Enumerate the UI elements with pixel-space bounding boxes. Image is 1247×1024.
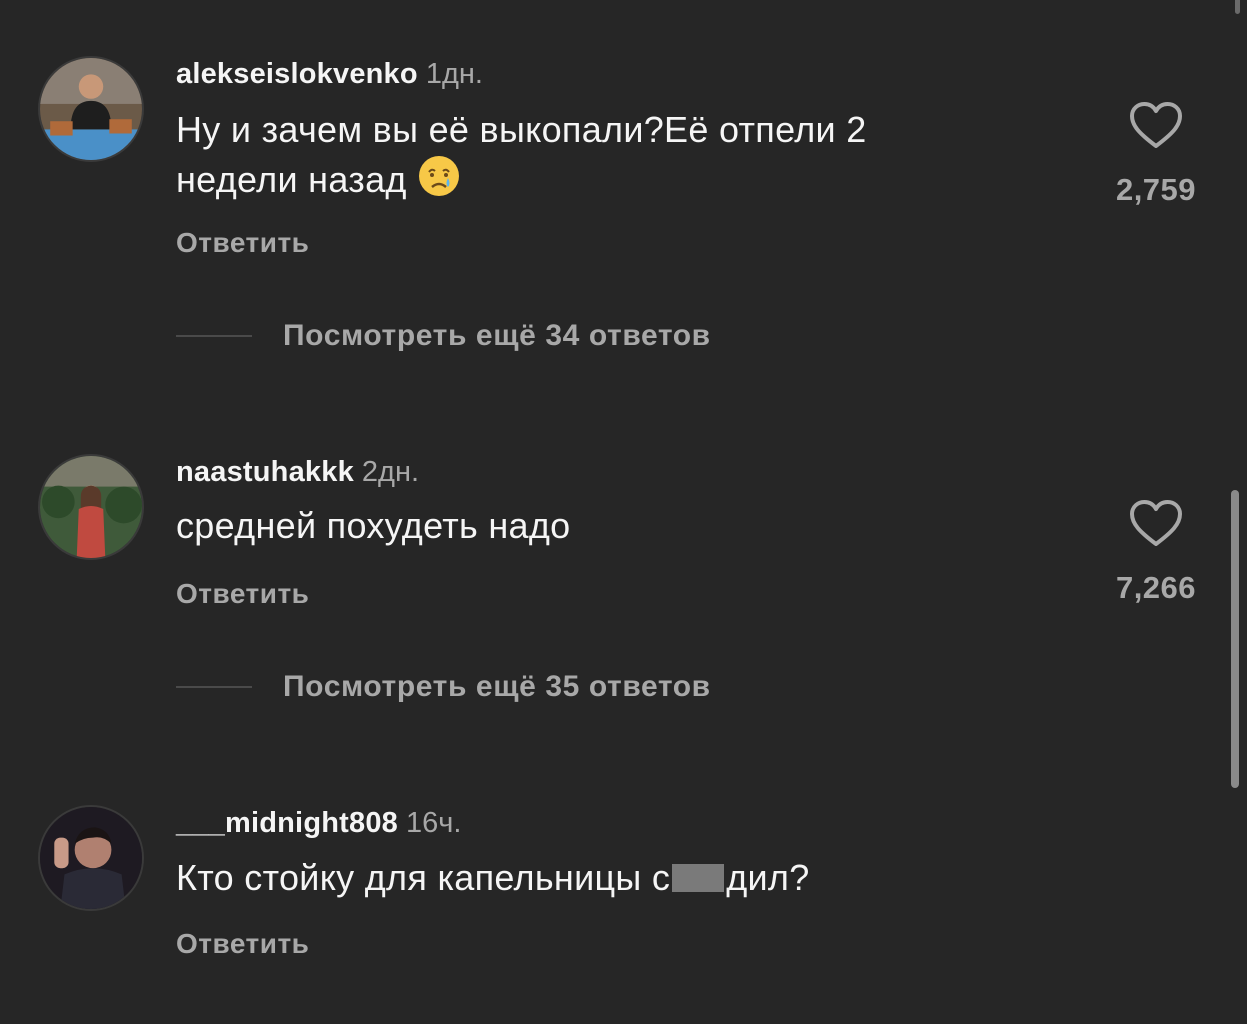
comment-text-fragment: дил? bbox=[726, 857, 810, 898]
scrollbar-top-edge bbox=[1235, 0, 1240, 14]
reply-button[interactable]: Ответить bbox=[176, 577, 309, 611]
comment-text-fragment: Кто стойку для капельницы с bbox=[176, 857, 671, 898]
avatar-image bbox=[40, 58, 142, 160]
username[interactable]: naastuhakkk bbox=[176, 456, 354, 488]
comments-panel: alekseislokvenko 1дн. Ну и зачем вы её вы… bbox=[0, 0, 1247, 1024]
divider-line bbox=[176, 686, 252, 688]
crying-face-emoji-icon bbox=[418, 156, 459, 196]
view-more-replies-label: Посмотреть ещё 34 ответов bbox=[283, 319, 711, 352]
divider-line bbox=[176, 335, 252, 337]
comment-text-line: недели назад bbox=[176, 154, 1076, 204]
reply-button[interactable]: Ответить bbox=[176, 226, 309, 260]
comment-meta: naastuhakkk 2дн. bbox=[176, 454, 419, 490]
heart-outline-icon[interactable] bbox=[1128, 498, 1184, 548]
comment-meta: alekseislokvenko 1дн. bbox=[176, 56, 483, 92]
username[interactable]: ___midnight808 bbox=[176, 807, 398, 839]
reply-button[interactable]: Ответить bbox=[176, 927, 309, 961]
timestamp: 16ч. bbox=[406, 807, 462, 839]
timestamp: 1дн. bbox=[425, 58, 483, 90]
comment-meta: ___midnight808 16ч. bbox=[176, 805, 461, 841]
avatar[interactable] bbox=[38, 805, 144, 911]
like-group: 2,759 bbox=[1108, 100, 1204, 208]
comment-text-fragment: недели назад bbox=[176, 159, 407, 200]
username[interactable]: alekseislokvenko bbox=[176, 58, 418, 90]
scrollbar-thumb[interactable] bbox=[1231, 490, 1239, 788]
timestamp: 2дн. bbox=[361, 456, 420, 488]
like-count: 2,759 bbox=[1115, 172, 1197, 207]
comment-text: Кто стойку для капельницы с дил? bbox=[176, 854, 1076, 902]
avatar-image bbox=[40, 807, 142, 909]
censor-block bbox=[672, 864, 725, 892]
avatar[interactable] bbox=[38, 454, 144, 560]
heart-outline-icon[interactable] bbox=[1128, 100, 1184, 150]
view-more-replies-label: Посмотреть ещё 35 ответов bbox=[283, 670, 711, 703]
like-group: 7,266 bbox=[1108, 498, 1204, 606]
avatar-image bbox=[40, 456, 142, 558]
like-count: 7,266 bbox=[1115, 570, 1197, 605]
comment-text: средней похудеть надо bbox=[176, 502, 1076, 550]
avatar[interactable] bbox=[38, 56, 144, 162]
comment-text-line: Ну и зачем вы её выкопали?Её отпели 2 bbox=[176, 109, 867, 150]
comment-text: Ну и зачем вы её выкопали?Её отпели 2 не… bbox=[176, 106, 1076, 204]
comment-text-line: средней похудеть надо bbox=[176, 505, 571, 546]
